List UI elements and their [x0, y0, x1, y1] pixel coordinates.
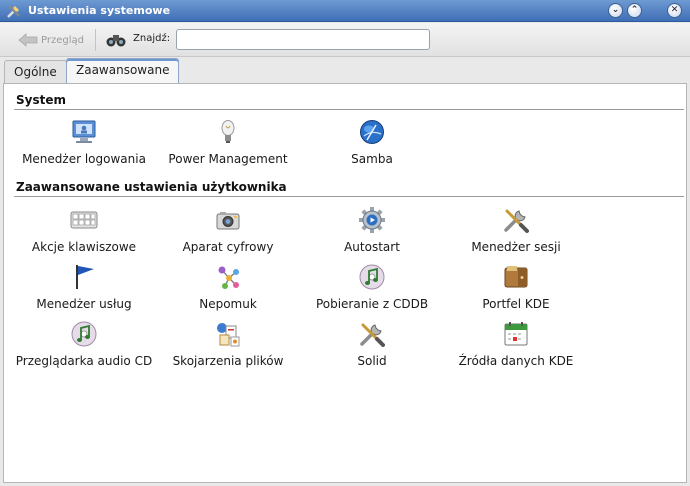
gear-icon	[359, 207, 385, 233]
item-label: Aparat cyfrowy	[182, 240, 274, 254]
item-label: Menedżer logowania	[22, 152, 146, 166]
item-kde-data-sources[interactable]: Źródła danych KDE	[441, 320, 591, 368]
item-solid[interactable]: Solid	[297, 320, 447, 368]
item-session-manager[interactable]: Menedżer sesji	[441, 206, 591, 254]
keyboard-icon	[70, 211, 98, 229]
camera-icon	[216, 212, 240, 230]
maximize-button[interactable]: ⌃	[627, 3, 642, 18]
tools-icon	[504, 209, 529, 233]
item-samba[interactable]: Samba	[297, 118, 447, 166]
toolbar: Przegląd Znajdź:	[0, 23, 690, 57]
section-title-user: Zaawansowane ustawienia użytkownika	[16, 180, 287, 194]
item-label: Power Management	[168, 152, 288, 166]
find-label: Znajdź:	[133, 33, 171, 44]
item-label: Skojarzenia plików	[172, 354, 284, 368]
monitor-icon	[72, 120, 96, 143]
back-button-label: Przegląd	[41, 34, 84, 46]
content-panel: System Menedżer logowania Power Manageme…	[3, 83, 687, 483]
item-audio-cd-browser[interactable]: Przeglądarka audio CD	[9, 320, 159, 368]
section-title-system: System	[16, 93, 66, 107]
item-file-associations[interactable]: Skojarzenia plików	[153, 320, 303, 368]
app-tools-icon	[7, 5, 20, 18]
item-label: Menedżer sesji	[471, 240, 561, 254]
binoculars-icon	[106, 35, 126, 47]
section-divider	[14, 109, 684, 110]
wallet-icon	[504, 266, 528, 288]
item-label: Akcje klawiszowe	[31, 240, 137, 254]
item-label: Samba	[351, 152, 393, 166]
tools-icon	[360, 323, 385, 347]
close-button[interactable]: ✕	[667, 3, 682, 18]
item-autostart[interactable]: Autostart	[297, 206, 447, 254]
item-nepomuk[interactable]: Nepomuk	[153, 263, 303, 311]
item-label: Autostart	[344, 240, 400, 254]
file-associations-icon	[217, 323, 240, 347]
calendar-icon	[504, 322, 528, 346]
globe-icon	[360, 120, 384, 144]
back-arrow-icon	[18, 33, 38, 47]
item-label: Portfel KDE	[482, 297, 550, 311]
toolbar-separator	[95, 29, 96, 51]
nepomuk-icon	[218, 266, 239, 289]
item-cddb[interactable]: Pobieranie z CDDB	[297, 263, 447, 311]
item-label: Menedżer usług	[36, 297, 132, 311]
tab-advanced[interactable]: Zaawansowane	[66, 58, 180, 83]
window-title: Ustawienia systemowe	[28, 4, 171, 17]
item-label: Pobieranie z CDDB	[315, 297, 429, 311]
back-button[interactable]: Przegląd	[18, 30, 84, 50]
item-shortcuts[interactable]: Akcje klawiszowe	[9, 206, 159, 254]
search-input[interactable]	[176, 29, 430, 50]
flag-icon	[76, 265, 94, 289]
item-power-management[interactable]: Power Management	[153, 118, 303, 166]
window-titlebar[interactable]: Ustawienia systemowe ⌄ ⌃ ✕	[0, 0, 690, 22]
item-digital-camera[interactable]: Aparat cyfrowy	[153, 206, 303, 254]
item-service-manager[interactable]: Menedżer usług	[9, 263, 159, 311]
minimize-button[interactable]: ⌄	[608, 3, 623, 18]
item-kde-wallet[interactable]: Portfel KDE	[441, 263, 591, 311]
tab-bar: Ogólne Zaawansowane	[0, 58, 690, 83]
tab-advanced-label: Zaawansowane	[76, 63, 170, 77]
item-label: Źródła danych KDE	[458, 354, 574, 368]
tab-general[interactable]: Ogólne	[4, 60, 67, 83]
cd-music-icon	[359, 264, 385, 290]
item-label: Solid	[357, 354, 387, 368]
tab-general-label: Ogólne	[14, 65, 57, 79]
item-label: Przeglądarka audio CD	[15, 354, 153, 368]
cd-music-icon	[71, 321, 97, 347]
item-login-manager[interactable]: Menedżer logowania	[9, 118, 159, 166]
item-label: Nepomuk	[199, 297, 257, 311]
lightbulb-icon	[221, 120, 235, 143]
section-divider	[14, 196, 684, 197]
